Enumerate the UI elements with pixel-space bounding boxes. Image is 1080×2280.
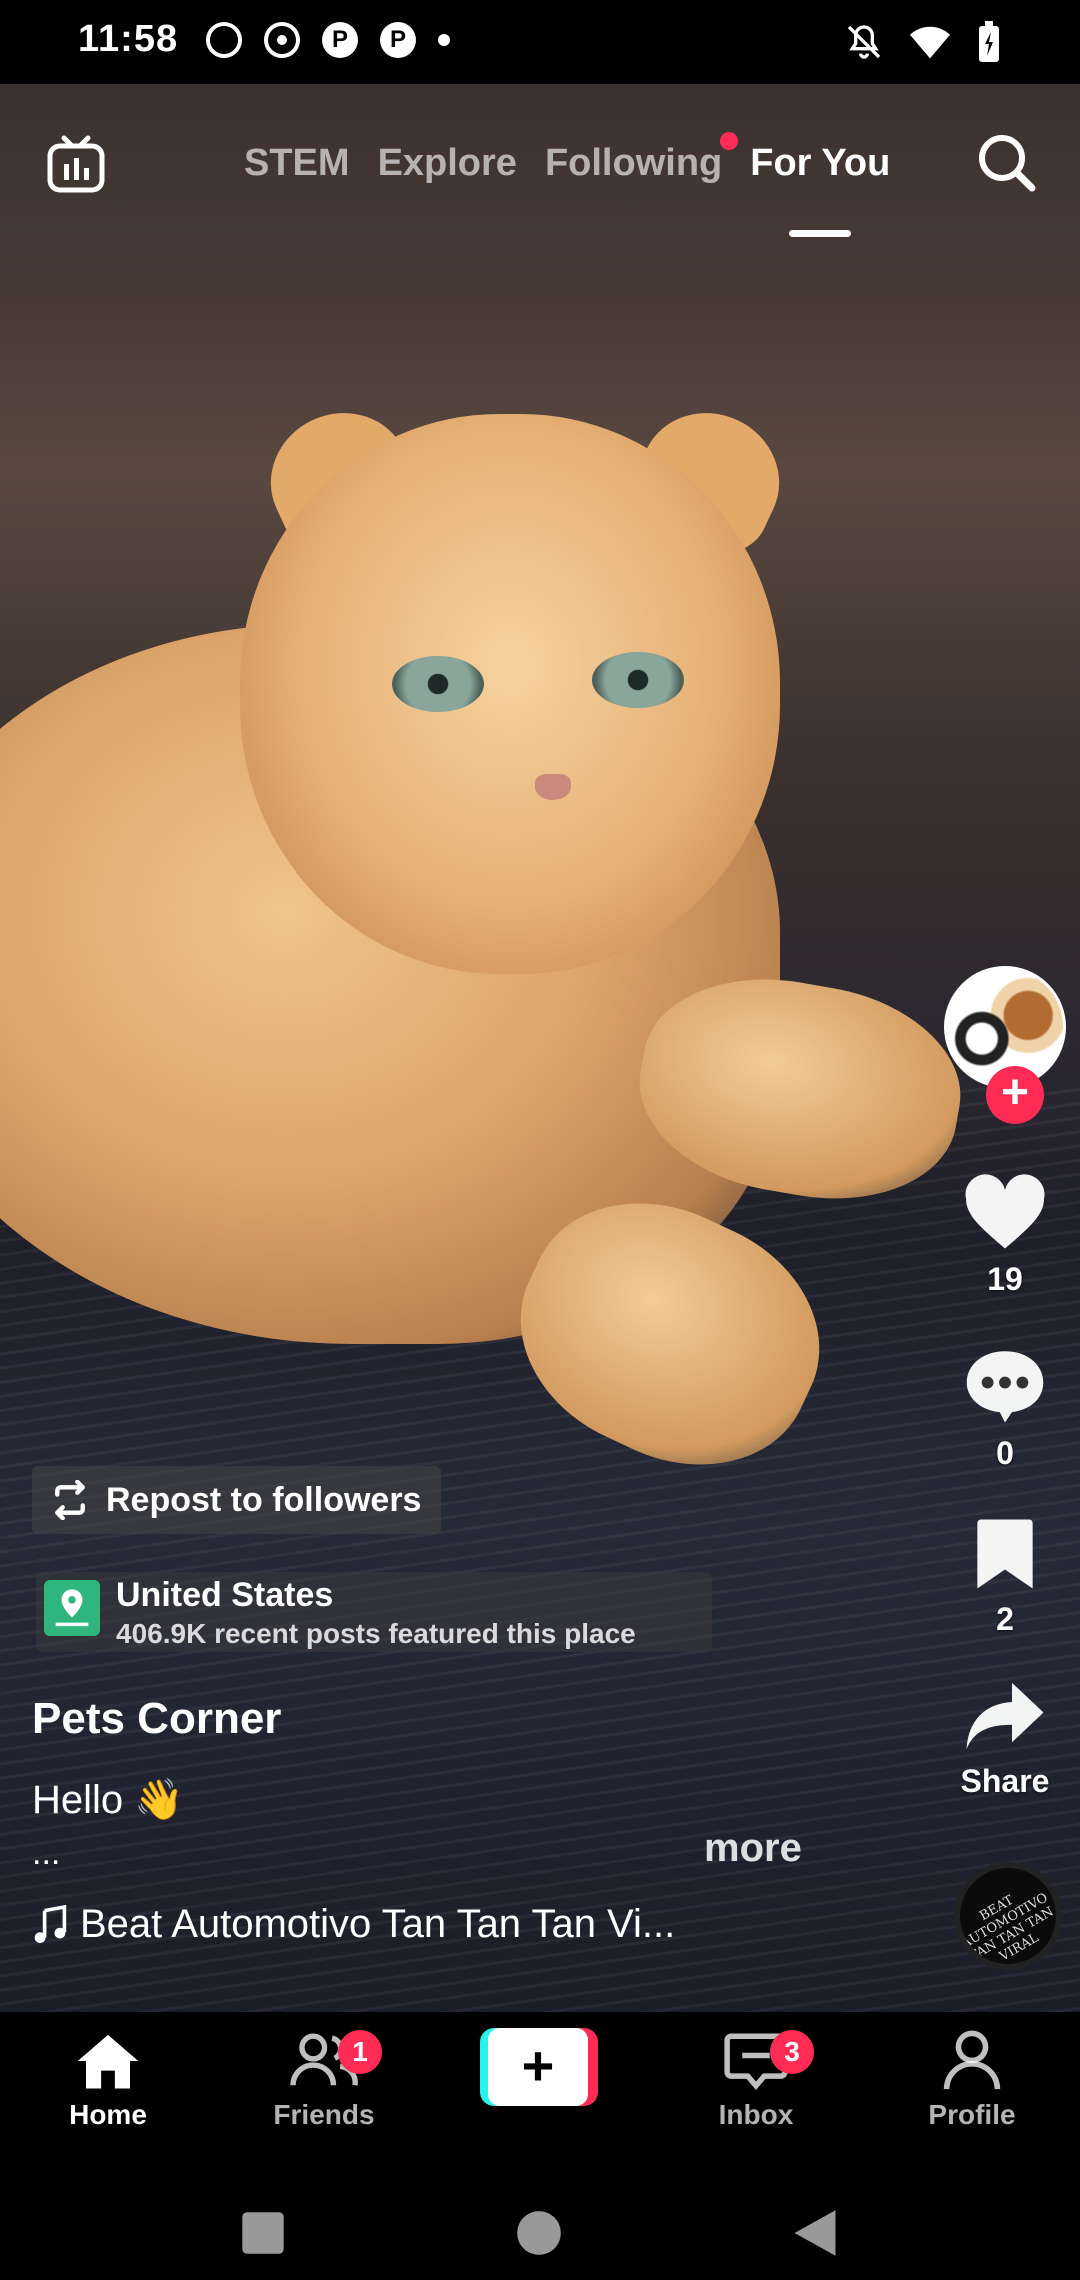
status-notification-icons (206, 22, 450, 58)
bookmark-button[interactable]: 2 (930, 1516, 1080, 1638)
share-arrow-icon (966, 1682, 1044, 1750)
pinterest-icon (322, 22, 358, 58)
follow-button[interactable]: + (986, 1066, 1044, 1124)
home-icon (77, 2034, 139, 2089)
tab-stem[interactable]: STEM (244, 142, 350, 185)
author-name[interactable]: Pets Corner (32, 1694, 281, 1744)
home-circle-icon[interactable] (516, 2210, 562, 2256)
status-system-icons (844, 20, 1002, 64)
nav-profile[interactable]: Profile (892, 2030, 1052, 2131)
status-time: 11:58 (78, 18, 179, 60)
tab-following-label: Following (544, 142, 723, 184)
status-bar: 11:58 (0, 0, 1080, 84)
recents-square-icon[interactable] (240, 2210, 286, 2256)
comment-count: 0 (996, 1435, 1014, 1471)
bookmark-icon (977, 1519, 1033, 1589)
nav-home[interactable]: Home (28, 2030, 188, 2131)
creator-avatar-group[interactable]: + (944, 966, 1066, 1124)
nav-friends[interactable]: 1 Friends (244, 2030, 404, 2131)
caption-overflow: ... (32, 1834, 61, 1872)
cat-nose (535, 774, 571, 800)
share-button[interactable]: Share (930, 1678, 1080, 1800)
live-tv-icon[interactable] (44, 132, 108, 196)
location-title: United States (116, 1576, 334, 1614)
feed-tabs: STEM Explore Following For You (244, 132, 891, 237)
cat-head (240, 414, 780, 974)
plus-icon: + (521, 2034, 555, 2097)
like-count: 19 (987, 1261, 1023, 1297)
nav-home-label: Home (69, 2099, 147, 2130)
bookmark-count: 2 (996, 1601, 1014, 1637)
profile-icon (943, 2030, 1001, 2090)
create-button[interactable]: + (480, 2028, 598, 2106)
location-subtitle: 406.9K recent posts featured this place (116, 1618, 636, 1649)
bottom-navigation: Home 1 Friends + 3 Inbox Profile (0, 2012, 1080, 2180)
repost-label: Repost to followers (106, 1480, 422, 1519)
tab-for-you-label: For You (750, 142, 891, 184)
music-disc[interactable]: BEAT AUTOMOTIVO TAN TAN TAN VIRAL (954, 1862, 1062, 1970)
nav-profile-label: Profile (928, 2099, 1016, 2130)
nav-inbox-label: Inbox (718, 2099, 794, 2130)
cat-eye-left (392, 656, 484, 712)
repost-icon (55, 1480, 85, 1520)
back-triangle-icon[interactable] (792, 2208, 838, 2258)
tab-for-you[interactable]: For You (750, 142, 891, 237)
new-content-dot (720, 132, 739, 150)
share-label: Share (960, 1763, 1050, 1799)
caption-text: Hello 👋 (32, 1778, 185, 1822)
friends-badge: 1 (338, 2030, 382, 2074)
repost-button[interactable]: Repost to followers (32, 1466, 442, 1534)
tab-following[interactable]: Following (544, 132, 739, 185)
nav-friends-label: Friends (273, 2099, 375, 2130)
tab-explore[interactable]: Explore (378, 142, 517, 185)
music-note-icon (34, 1904, 67, 1943)
active-tab-indicator (789, 230, 852, 237)
more-button[interactable]: more (704, 1826, 802, 1871)
location-card[interactable]: United States 406.9K recent posts featur… (36, 1572, 712, 1652)
system-navigation-bar (0, 2180, 1080, 2280)
more-notifications-dot-icon (438, 34, 450, 46)
sync-icon (206, 22, 242, 58)
like-button[interactable]: 19 (930, 1174, 1080, 1298)
search-icon[interactable] (974, 130, 1038, 194)
comment-icon (966, 1351, 1044, 1423)
nav-inbox[interactable]: 3 Inbox (676, 2030, 836, 2131)
inbox-badge: 3 (770, 2030, 814, 2074)
location-pin-icon (44, 1580, 100, 1636)
heart-icon (965, 1174, 1045, 1249)
wifi-icon (910, 26, 950, 59)
comment-button[interactable]: 0 (930, 1346, 1080, 1472)
pinterest-icon (380, 22, 416, 58)
battery-icon (979, 21, 999, 62)
top-navigation: STEM Explore Following For You (0, 84, 1080, 244)
music-ticker[interactable]: Beat Automotivo Tan Tan Tan Vi... (32, 1902, 675, 1947)
mute-icon (847, 25, 881, 59)
record-icon (264, 22, 300, 58)
music-title: Beat Automotivo Tan Tan Tan Vi... (80, 1902, 676, 1946)
cat-eye-right (592, 652, 684, 708)
